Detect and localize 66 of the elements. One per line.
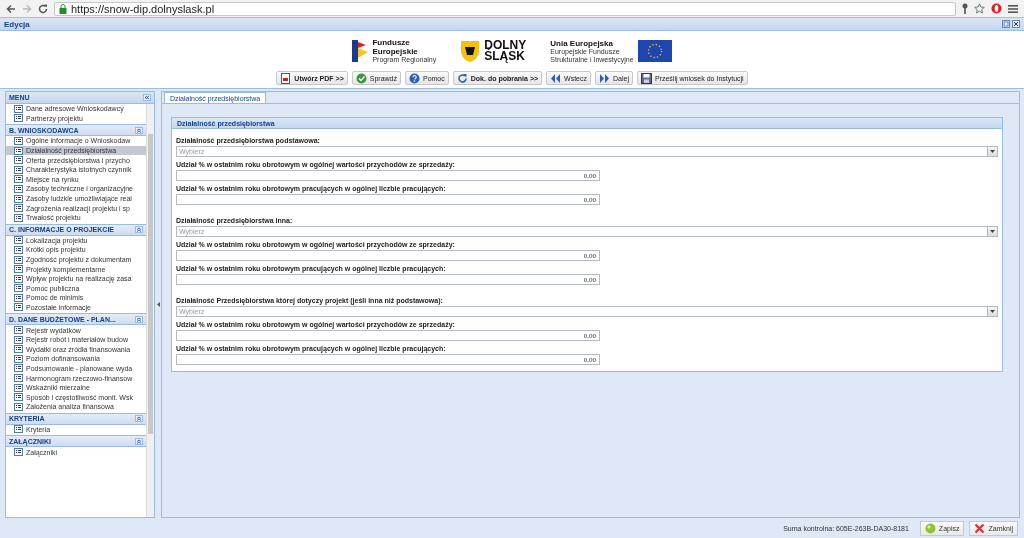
list-icon: [14, 374, 23, 383]
list-icon: [14, 236, 23, 245]
caret-icon: [990, 230, 995, 233]
list-icon: [14, 425, 23, 434]
list-icon: [14, 146, 23, 155]
collapse-icon[interactable]: [135, 415, 143, 423]
flag-icon: [352, 40, 369, 62]
star-icon[interactable]: [974, 3, 985, 14]
list-icon: [14, 175, 23, 184]
lock-icon: [59, 3, 67, 14]
close-icon[interactable]: [1012, 20, 1020, 28]
list-icon: [14, 293, 23, 302]
ball-icon: [924, 523, 936, 534]
list-icon: [14, 354, 23, 363]
collapse-icon[interactable]: [135, 315, 143, 323]
collapse-icon[interactable]: [135, 126, 143, 134]
list-icon: [14, 213, 23, 222]
key-icon[interactable]: [962, 3, 968, 14]
collapse-icon[interactable]: [135, 226, 143, 234]
collapse-icon[interactable]: [143, 94, 151, 101]
list-icon: [14, 402, 23, 411]
floppy-icon: [640, 72, 652, 84]
window-title: Edycja: [4, 19, 31, 29]
list-icon: [14, 194, 23, 203]
collapse-icon[interactable]: [135, 437, 143, 445]
back-icon[interactable]: [6, 3, 16, 14]
logo-text: DOLNY: [484, 40, 527, 51]
list-icon: [14, 265, 23, 274]
arrow-icon: [456, 72, 468, 84]
list-icon: [14, 326, 23, 335]
logo-text: Unia Europejska: [550, 38, 613, 48]
pdf-icon: [280, 72, 292, 84]
menu-icon[interactable]: [1008, 3, 1018, 14]
list-icon: [14, 393, 23, 402]
list-icon: [14, 345, 23, 354]
opera-icon[interactable]: [991, 3, 1002, 14]
collapse-arrow-icon[interactable]: [156, 302, 160, 307]
double-right-icon: [599, 72, 610, 84]
list-icon: [14, 165, 23, 174]
close-icon: [974, 523, 986, 534]
caret-icon: [990, 310, 995, 313]
list-icon: [14, 114, 23, 123]
caret-icon: [990, 150, 995, 153]
list-icon: [14, 184, 23, 193]
scrollbar[interactable]: [146, 104, 154, 517]
list-icon: [14, 156, 23, 165]
list-icon: [14, 303, 23, 312]
double-left-icon: [550, 72, 562, 84]
list-icon: [14, 204, 23, 213]
logo-text: Fundusze: [372, 38, 411, 47]
list-icon: [14, 383, 23, 392]
list-icon: [14, 245, 23, 254]
list-icon: [14, 104, 23, 113]
list-icon: [14, 284, 23, 293]
check-icon: [355, 72, 367, 84]
help-icon: [408, 72, 420, 84]
list-icon: [14, 448, 23, 456]
flag-icon: [637, 40, 672, 62]
list-icon: [14, 255, 23, 264]
list-icon: [14, 364, 23, 373]
address-bar[interactable]: https://snow-dip.dolnyslask.pl: [54, 1, 956, 16]
logo-text: Europejskie: [372, 47, 419, 56]
shield-icon: [460, 40, 481, 62]
reload-icon[interactable]: [38, 3, 48, 14]
list-icon: [14, 274, 23, 283]
list-icon: [14, 335, 23, 344]
